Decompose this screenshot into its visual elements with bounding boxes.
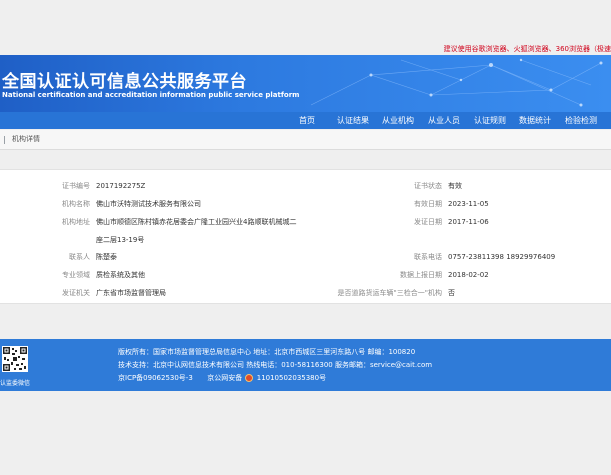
- nav-personnel[interactable]: 从业人员: [423, 112, 465, 129]
- authority-value: 广东省市场监督管理局: [96, 289, 166, 297]
- professional-field-value: 质检系统及其他: [96, 271, 145, 279]
- icp-link[interactable]: 京ICP备09062530号-3: [118, 374, 193, 382]
- authority-field: 发证机关 广东省市场监督管理局: [62, 288, 166, 299]
- report-date-field: 数据上报日期 2018-02-02: [400, 270, 489, 281]
- footer-copyright: 版权所有：国家市场监督管理总局信息中心 地址：北京市西城区三里河东路八号 邮编：…: [118, 348, 416, 356]
- site-banner: 全国认证认可信息公共服务平台 National certification an…: [0, 55, 611, 112]
- org-name-label: 机构名称: [62, 200, 90, 208]
- public-security-link[interactable]: 11010502035380号: [257, 374, 326, 382]
- phone-field: 联系电话 0757-23811398 18929976409: [414, 252, 556, 263]
- nav-cert-results[interactable]: 认证结果: [332, 112, 374, 129]
- phone-value: 0757-23811398 18929976409: [448, 253, 556, 261]
- cert-no-value: 2017192275Z: [96, 182, 146, 190]
- cert-status-value: 有效: [448, 182, 462, 190]
- main-nav: 首页 认证结果 从业机构 从业人员 认证规则 数据统计 检验检测: [0, 112, 611, 129]
- police-badge-icon: [244, 374, 253, 382]
- qr-caption: 认监委微信: [0, 380, 31, 387]
- cert-no-field: 证书编号 2017192275Z: [62, 181, 146, 192]
- nav-rules[interactable]: 认证规则: [469, 112, 511, 129]
- nav-inspection[interactable]: 检验检测: [560, 112, 602, 129]
- combo-value: 否: [448, 289, 455, 297]
- top-bar: 建议使用谷歌浏览器、火狐浏览器、360浏览器（极速: [0, 0, 611, 55]
- org-addr-line1: 佛山市顺德区陈村镇赤花居委会广隆工业园兴业4路顺联机械城二: [96, 218, 297, 226]
- professional-field-label: 专业领域: [62, 271, 90, 279]
- cert-status-field: 证书状态 有效: [414, 181, 462, 192]
- contact-label: 联系人: [69, 253, 90, 261]
- contact-value: 陈楚泰: [96, 253, 117, 261]
- institution-detail-card: 证书编号 2017192275Z 机构名称 佛山市沃特测试技术服务有限公司 机构…: [0, 169, 611, 304]
- authority-label: 发证机关: [62, 289, 90, 297]
- page-bottom-blank: [0, 391, 611, 475]
- network-decoration-icon: [310, 58, 603, 107]
- breadcrumb-current: 机构详情: [12, 135, 40, 143]
- org-name-field: 机构名称 佛山市沃特测试技术服务有限公司: [62, 199, 201, 210]
- org-addr-line2: 座二层13-19号: [96, 236, 145, 244]
- site-title: 全国认证认可信息公共服务平台: [2, 72, 247, 92]
- org-name-value: 佛山市沃特测试技术服务有限公司: [96, 200, 201, 208]
- valid-date-field: 有效日期 2023-11-05: [414, 199, 489, 210]
- combo-label: 是否道路货运车辆"三检合一"机构: [337, 289, 442, 297]
- browser-notice: 建议使用谷歌浏览器、火狐浏览器、360浏览器（极速: [443, 45, 611, 53]
- org-addr-label: 机构地址: [62, 218, 90, 226]
- combo-field: 是否道路货运车辆"三检合一"机构 否: [338, 288, 455, 299]
- site-subtitle: National certification and accreditation…: [2, 91, 300, 99]
- org-addr-field: 机构地址 佛山市顺德区陈村镇赤花居委会广隆工业园兴业4路顺联机械城二 座二层13…: [62, 217, 297, 246]
- breadcrumb: 机构详情: [0, 130, 611, 150]
- nav-institutions[interactable]: 从业机构: [377, 112, 419, 129]
- report-date-value: 2018-02-02: [448, 271, 489, 279]
- report-date-label: 数据上报日期: [400, 271, 442, 279]
- breadcrumb-divider: [4, 136, 5, 144]
- nav-statistics[interactable]: 数据统计: [514, 112, 556, 129]
- issue-date-value: 2017-11-06: [448, 218, 489, 226]
- valid-date-label: 有效日期: [414, 200, 442, 208]
- issue-date-label: 发证日期: [414, 218, 442, 226]
- valid-date-value: 2023-11-05: [448, 200, 489, 208]
- nav-home[interactable]: 首页: [290, 112, 324, 129]
- phone-label: 联系电话: [414, 253, 442, 261]
- site-footer: 认监委微信 版权所有：国家市场监督管理总局信息中心 地址：北京市西城区三里河东路…: [0, 339, 611, 391]
- cert-no-label: 证书编号: [62, 182, 90, 190]
- cert-status-label: 证书状态: [414, 182, 442, 190]
- footer-support: 技术支持：北京中认网信息技术有限公司 热线电话：010-58116300 服务邮…: [118, 361, 433, 369]
- footer-record: 京ICP备09062530号-3 京公网安备 11010502035380号: [118, 373, 326, 383]
- professional-field: 专业领域 质检系统及其他: [62, 270, 145, 281]
- issue-date-field: 发证日期 2017-11-06: [414, 217, 489, 228]
- contact-field: 联系人 陈楚泰: [69, 252, 117, 263]
- public-security-label: 京公网安备: [207, 374, 243, 382]
- qr-code-icon: [2, 346, 28, 372]
